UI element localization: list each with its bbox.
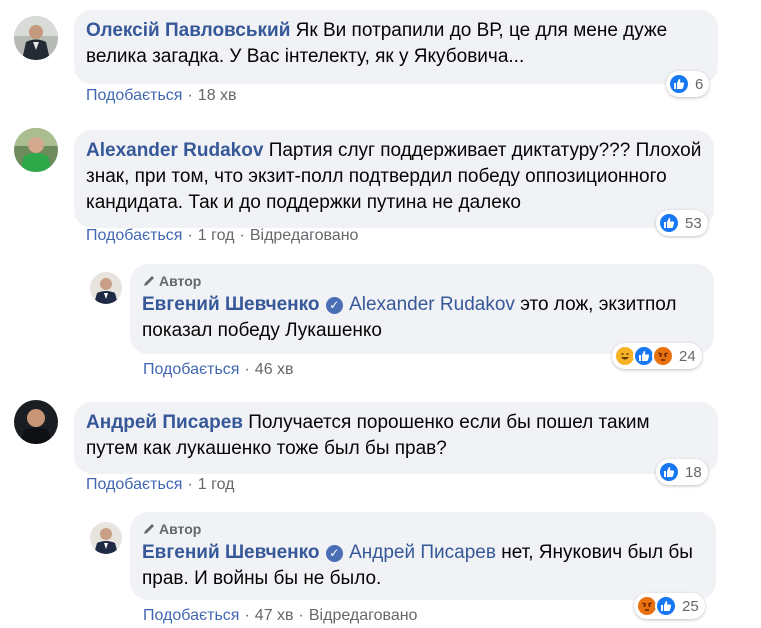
angry-face-icon [652, 345, 674, 367]
separator-dot: · [187, 87, 193, 104]
avatar[interactable] [14, 16, 58, 60]
reaction-summary[interactable]: 6 [666, 71, 710, 97]
author-badge: Автор [142, 272, 702, 290]
timestamp[interactable]: 46 хв [255, 361, 294, 378]
pen-icon [144, 276, 154, 286]
comment-actions: Подобається · 1 год · Відредаговано [86, 226, 358, 246]
reaction-summary[interactable]: 18 [656, 459, 708, 485]
reaction-count: 24 [679, 347, 696, 365]
reaction-count: 25 [682, 597, 699, 615]
like-link[interactable]: Подобається [143, 607, 239, 624]
reaction-summary[interactable]: 53 [656, 210, 708, 236]
separator-dot: · [187, 227, 193, 244]
comment-author[interactable]: Alexander Rudakov [86, 140, 263, 161]
author-badge-label: Автор [159, 273, 202, 289]
reaction-summary[interactable]: 25 [634, 593, 705, 619]
reply-author[interactable]: Евгений Шевченко [142, 542, 320, 563]
thumbs-up-icon [658, 212, 680, 234]
thumbs-up-icon [655, 595, 677, 617]
separator-dot: · [298, 607, 304, 624]
separator-dot: · [244, 607, 250, 624]
like-link[interactable]: Подобається [86, 87, 182, 104]
pen-icon [144, 524, 154, 534]
avatar[interactable] [14, 400, 58, 444]
verified-badge-icon: ✓ [325, 297, 343, 314]
timestamp[interactable]: 1 год [198, 476, 235, 493]
comment-actions: Подобається · 18 хв [86, 86, 237, 106]
comment-bubble: Андрей Писарев Получается порошенко если… [74, 402, 718, 474]
reaction-count: 6 [695, 75, 704, 93]
edited-label[interactable]: Відредаговано [309, 607, 418, 624]
timestamp[interactable]: 18 хв [198, 87, 237, 104]
separator-dot: · [187, 476, 193, 493]
reply-actions: Подобається · 47 хв · Відредаговано [143, 606, 417, 626]
comment-bubble: Alexander Rudakov Партия слуг поддержива… [74, 130, 714, 228]
like-link[interactable]: Подобається [86, 476, 182, 493]
reply-mention[interactable]: Андрей Писарев [349, 542, 496, 563]
separator-dot: · [239, 227, 245, 244]
reply-mention[interactable]: Alexander Rudakov [349, 294, 515, 315]
like-link[interactable]: Подобається [86, 227, 182, 244]
author-badge-label: Автор [159, 521, 202, 537]
avatar[interactable] [14, 128, 58, 172]
timestamp[interactable]: 47 хв [255, 607, 294, 624]
timestamp[interactable]: 1 год [198, 227, 235, 244]
reply-bubble: Автор Евгений Шевченко ✓ Alexander Rudak… [130, 264, 714, 354]
reply-bubble: Автор Евгений Шевченко ✓ Андрей Писарев … [130, 512, 716, 600]
reply-actions: Подобається · 46 хв [143, 360, 294, 380]
reply-avatar[interactable] [90, 272, 122, 304]
reply-avatar[interactable] [90, 522, 122, 554]
reaction-summary[interactable]: 24 [612, 343, 702, 369]
reaction-count: 53 [685, 214, 702, 232]
comment-bubble: Олексій Павловський Як Ви потрапили до В… [74, 10, 718, 84]
reaction-count: 18 [685, 463, 702, 481]
like-link[interactable]: Подобається [143, 361, 239, 378]
thumbs-up-icon [658, 461, 680, 483]
comment-author[interactable]: Олексій Павловський [86, 20, 290, 41]
comment-author[interactable]: Андрей Писарев [86, 412, 243, 433]
comment-actions: Подобається · 1 год [86, 475, 235, 495]
author-badge: Автор [142, 520, 704, 538]
reply-author[interactable]: Евгений Шевченко [142, 294, 320, 315]
thumbs-up-icon [668, 73, 690, 95]
edited-label[interactable]: Відредаговано [250, 227, 359, 244]
verified-badge-icon: ✓ [325, 545, 343, 562]
separator-dot: · [244, 361, 250, 378]
